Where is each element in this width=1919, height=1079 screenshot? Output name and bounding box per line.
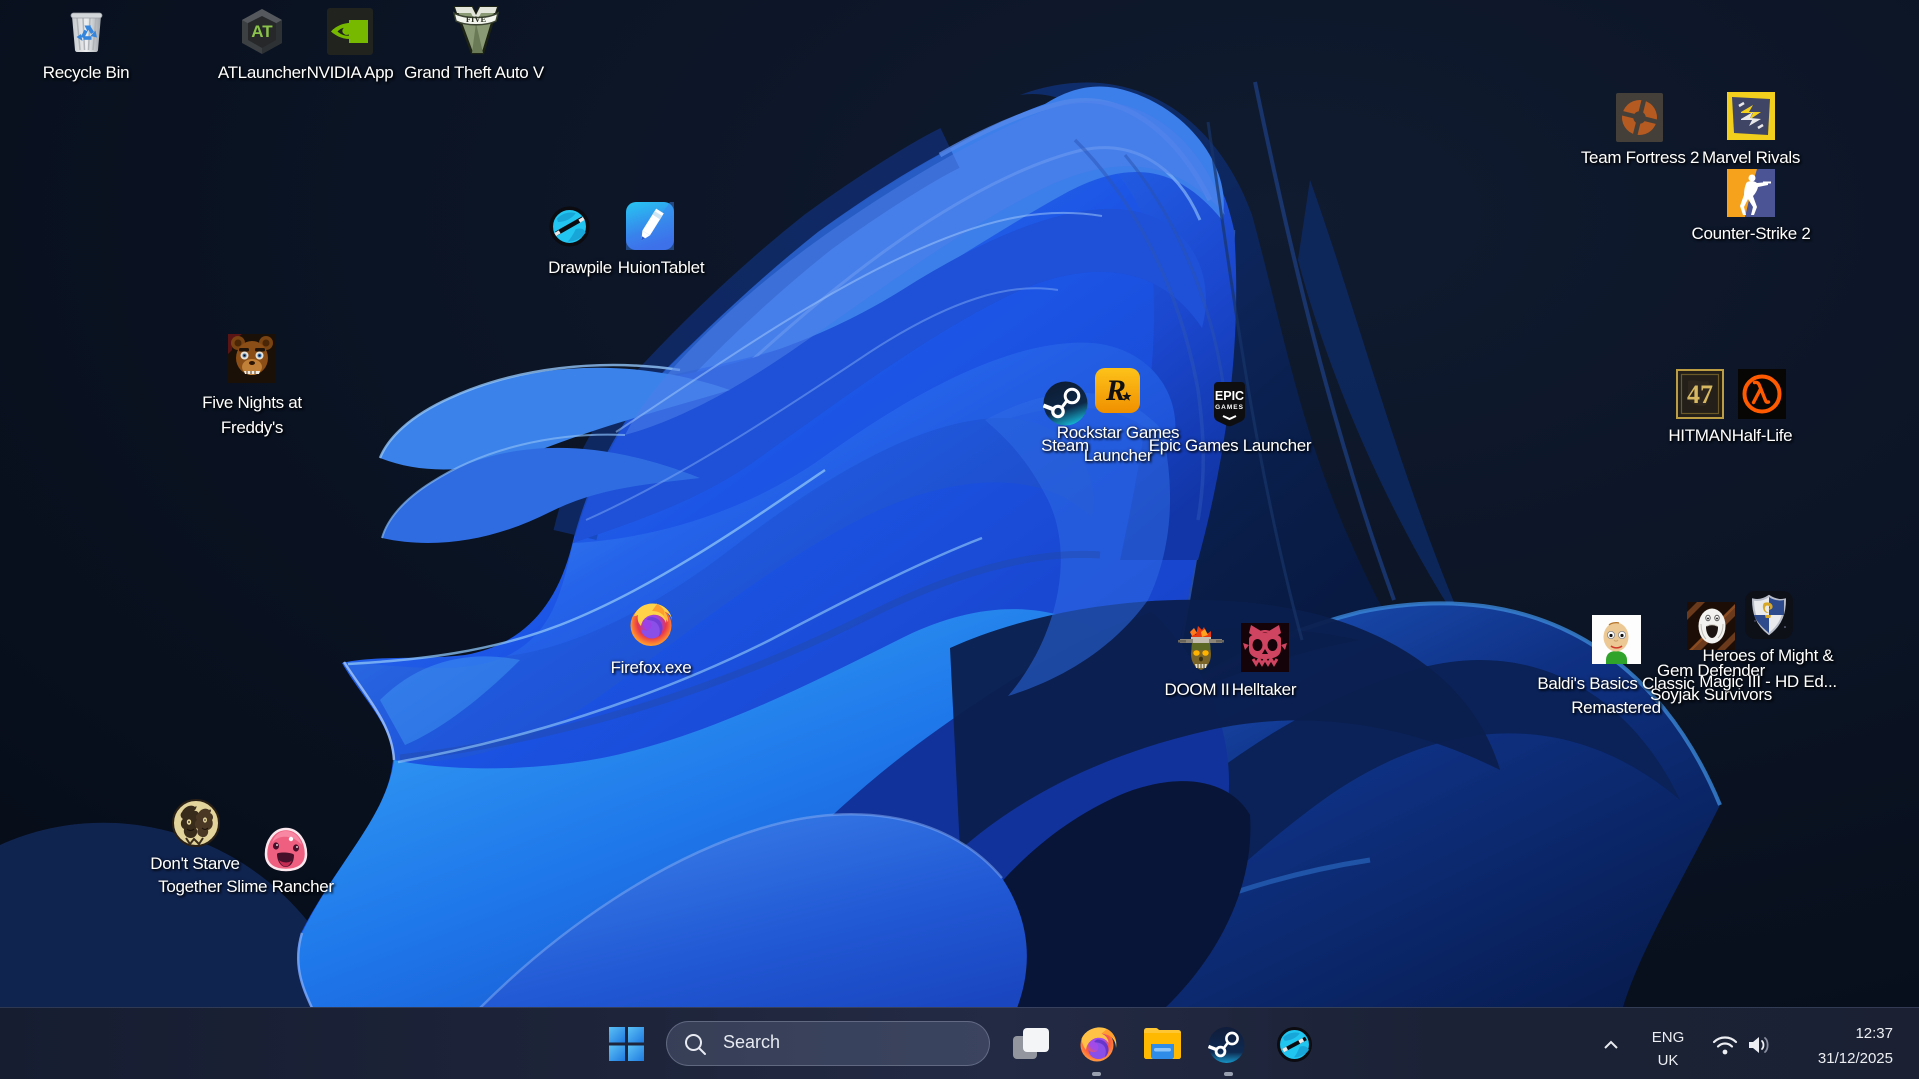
svg-text:FIVE: FIVE <box>466 14 487 24</box>
svg-text:47: 47 <box>1687 380 1713 409</box>
svg-text:R: R <box>1105 374 1126 407</box>
svg-text:EPIC: EPIC <box>1215 389 1244 403</box>
svg-text:AT: AT <box>251 22 273 41</box>
svg-text:GAMES: GAMES <box>1215 404 1244 411</box>
